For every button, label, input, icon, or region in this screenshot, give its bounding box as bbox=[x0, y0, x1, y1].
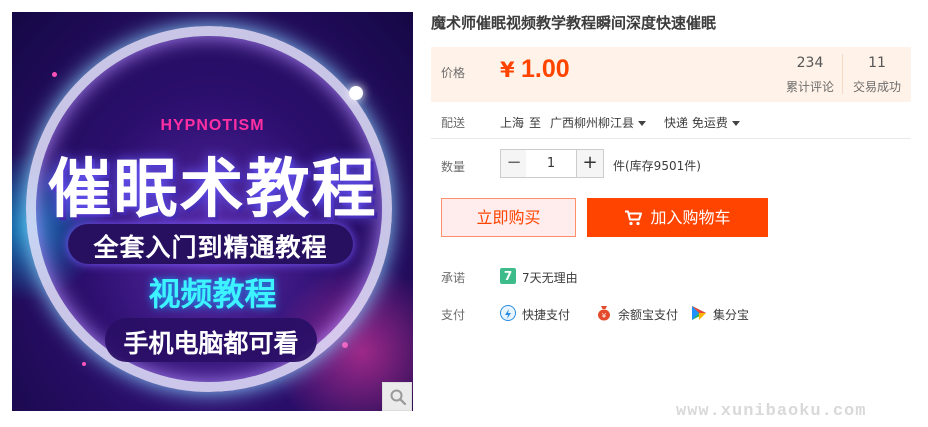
sales-count: 11 bbox=[868, 55, 886, 71]
price-value: 1.00 bbox=[521, 55, 570, 83]
payment-method-quick: 快捷支付 bbox=[522, 308, 571, 322]
quantity-plus-button[interactable]: + bbox=[576, 149, 604, 178]
quantity-input[interactable]: 1 bbox=[526, 149, 576, 178]
image-video-text: 视频教程 bbox=[148, 275, 277, 313]
product-title: 魔术师催眠视频教学教程瞬间深度快速催眠 bbox=[431, 14, 717, 32]
shipping-destination: 广西柳州柳江县 bbox=[550, 116, 635, 130]
price-label: 价格 bbox=[441, 66, 466, 80]
shipping-from: 上海 bbox=[500, 116, 525, 130]
zoom-button[interactable] bbox=[382, 382, 412, 411]
price-currency: ¥ bbox=[500, 58, 515, 82]
add-to-cart-label: 加入购物车 bbox=[650, 208, 731, 227]
sales-label: 交易成功 bbox=[852, 80, 901, 94]
shipping-method: 快递 免运费 bbox=[664, 116, 728, 130]
quantity-minus-button[interactable]: − bbox=[500, 149, 528, 178]
payment-method-jifenbao: 集分宝 bbox=[713, 308, 750, 322]
shipping-method-select[interactable]: 快递 免运费 bbox=[664, 114, 740, 131]
reviews-label[interactable]: 累计评论 bbox=[775, 78, 845, 95]
buy-now-button[interactable]: 立即购买 bbox=[441, 198, 576, 237]
image-main-text: 催眠术教程 bbox=[47, 153, 378, 227]
image-sparkle bbox=[52, 72, 57, 77]
image-sub-text: 全套入门到精通教程 bbox=[93, 233, 328, 262]
shipping-to-word: 至 bbox=[529, 116, 542, 130]
image-sparkle bbox=[82, 362, 86, 366]
cart-icon bbox=[625, 210, 643, 226]
promise-text[interactable]: 7天无理由 bbox=[522, 269, 578, 286]
image-sparkle bbox=[342, 342, 348, 348]
chevron-down-icon bbox=[638, 121, 647, 126]
chevron-down-icon bbox=[731, 121, 740, 126]
quick-pay-icon bbox=[500, 305, 516, 321]
promise-label: 承诺 bbox=[441, 271, 466, 285]
payment-method-yuebao: 余额宝支付 bbox=[618, 308, 679, 322]
divider bbox=[431, 138, 911, 139]
yuebao-icon: ¥ bbox=[596, 304, 612, 321]
image-ring-dot bbox=[349, 86, 363, 100]
shipping-destination-select[interactable]: 广西柳州柳江县 bbox=[550, 114, 647, 131]
payment-label: 支付 bbox=[441, 308, 466, 322]
shipping-label: 配送 bbox=[441, 116, 466, 130]
magnifier-icon bbox=[390, 389, 407, 406]
stock-text: 件(库存9501件) bbox=[613, 159, 701, 173]
reviews-count[interactable]: 234 bbox=[775, 55, 845, 71]
quantity-label: 数量 bbox=[441, 160, 466, 174]
image-brand-text: HYPNOTISM bbox=[160, 117, 265, 134]
seven-day-return-icon: 7 bbox=[500, 268, 516, 284]
svg-text:¥: ¥ bbox=[602, 312, 607, 320]
product-image[interactable]: HYPNOTISM 催眠术教程 全套入门到精通教程 视频教程 手机电脑都可看 bbox=[12, 12, 413, 411]
watermark: www.xunibaoku.com bbox=[676, 402, 867, 421]
image-device-text: 手机电脑都可看 bbox=[123, 329, 299, 358]
jifenbao-icon bbox=[691, 305, 707, 321]
add-to-cart-button[interactable]: 加入购物车 bbox=[587, 198, 768, 237]
